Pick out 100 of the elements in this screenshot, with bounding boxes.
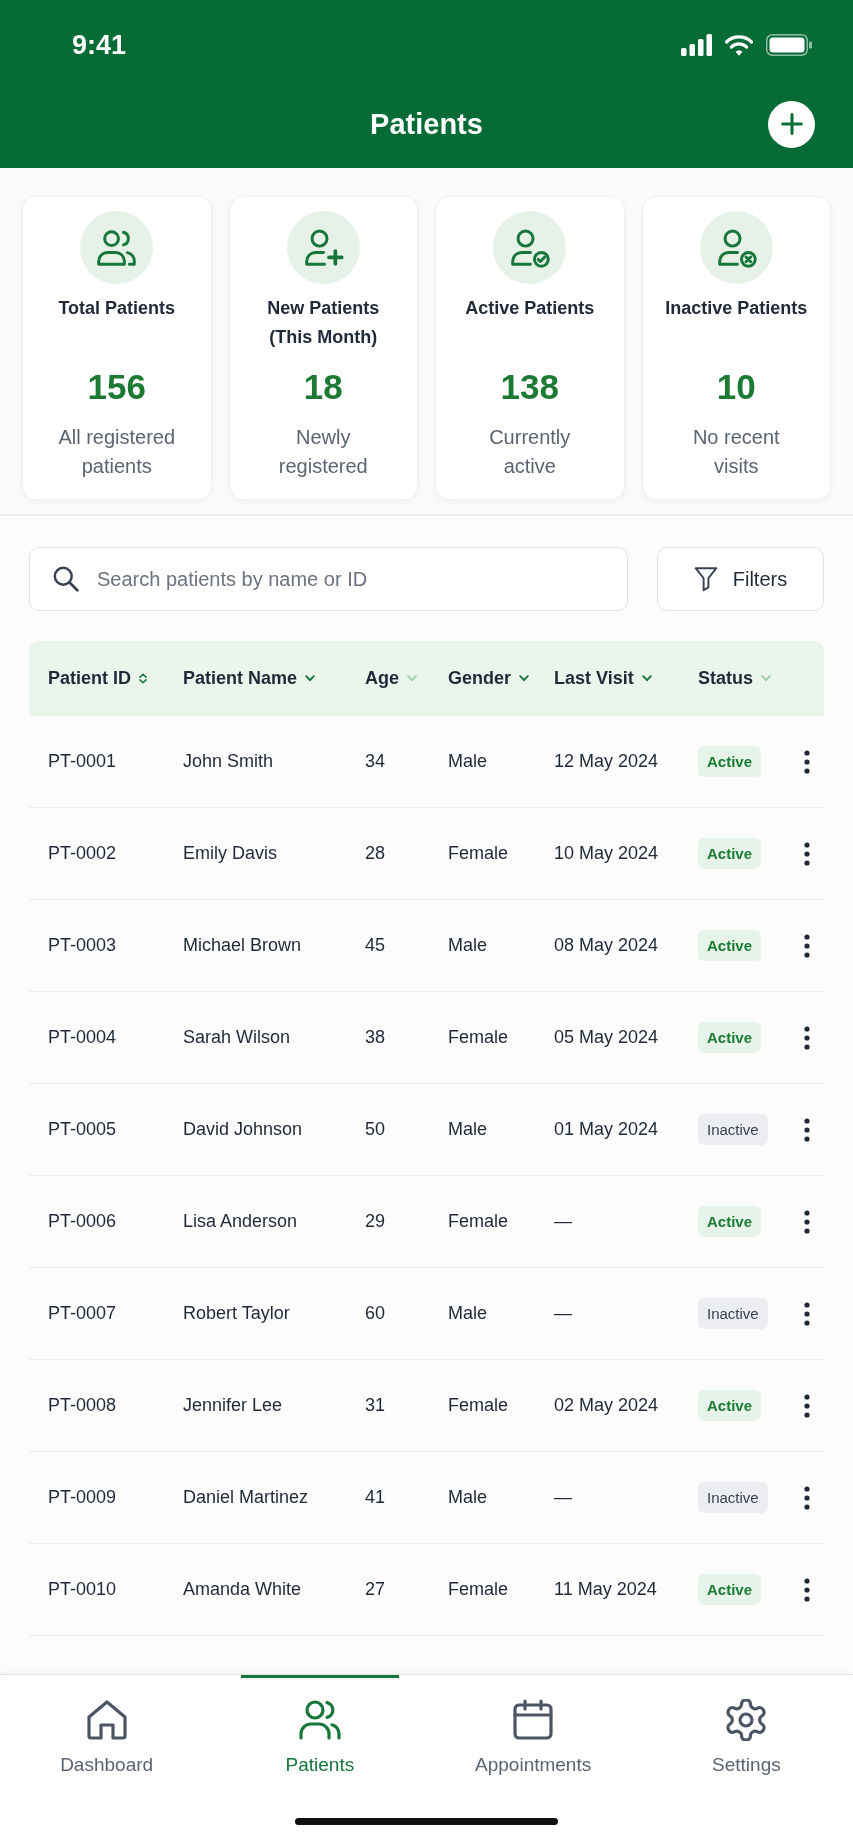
- nav-tab[interactable]: Dashboard: [27, 1675, 186, 1779]
- more-icon[interactable]: [804, 1209, 810, 1234]
- table-cell: PT-0009: [48, 1487, 117, 1508]
- table-cell: PT-0005: [48, 1119, 117, 1140]
- table-cell: 45: [365, 935, 386, 956]
- table-cell: PT-0010: [48, 1579, 117, 1600]
- signal-icon: [681, 34, 712, 56]
- table-cell: Male: [448, 751, 487, 772]
- users-icon: [80, 211, 154, 284]
- stat-title: New Patients (This Month): [266, 297, 381, 349]
- table-cell: Female: [448, 1579, 509, 1600]
- table-cell: Emily Davis: [183, 843, 277, 864]
- battery-icon: [766, 34, 812, 56]
- filters-button[interactable]: Filters: [657, 547, 824, 611]
- table-cell: Sarah Wilson: [183, 1027, 291, 1048]
- table-cell: PT-0004: [48, 1027, 117, 1048]
- more-icon[interactable]: [804, 1485, 810, 1510]
- add-button[interactable]: [768, 100, 815, 148]
- column-header[interactable]: Gender: [448, 668, 530, 689]
- more-icon[interactable]: [804, 1301, 810, 1326]
- table-cell: PT-0007: [48, 1303, 117, 1324]
- nav-tab[interactable]: Patients: [240, 1675, 399, 1779]
- table-cell: 05 May 2024: [554, 1027, 659, 1048]
- nav-tab[interactable]: Appointments: [454, 1675, 613, 1779]
- table-cell: —: [554, 1211, 572, 1232]
- user-check-icon: [493, 211, 567, 284]
- table-cell: PT-0003: [48, 935, 117, 956]
- page-title: Patients: [370, 107, 483, 142]
- status-badge: Active: [698, 1574, 762, 1605]
- settings-icon: [725, 1699, 768, 1741]
- table-cell: Male: [448, 1119, 487, 1140]
- search-field[interactable]: Search patients by name or ID: [29, 547, 628, 611]
- table-cell: 31: [365, 1395, 386, 1416]
- table-cell: Male: [448, 1303, 487, 1324]
- table-cell: Female: [448, 1027, 509, 1048]
- stat-caption: Newly registered: [277, 425, 369, 479]
- table-cell: PT-0008: [48, 1395, 117, 1416]
- wifi-icon: [725, 34, 753, 56]
- more-icon[interactable]: [804, 1025, 810, 1050]
- table-cell: David Johnson: [183, 1119, 303, 1140]
- table-cell: 28: [365, 843, 386, 864]
- table-cell: Female: [448, 843, 509, 864]
- table-cell: 08 May 2024: [554, 935, 659, 956]
- user-plus-icon: [286, 211, 360, 284]
- table-cell: Female: [448, 1211, 509, 1232]
- table-cell: 29: [365, 1211, 386, 1232]
- status-badge: Active: [698, 1390, 762, 1421]
- table-cell: 11 May 2024: [554, 1579, 657, 1600]
- table-cell: PT-0002: [48, 843, 117, 864]
- status-badge: Active: [698, 930, 762, 961]
- stat-value: 138: [500, 366, 559, 408]
- table-cell: Male: [448, 1487, 487, 1508]
- column-header[interactable]: Age: [365, 668, 417, 689]
- table-cell: 02 May 2024: [554, 1395, 659, 1416]
- stat-title: Inactive Patients: [665, 297, 808, 320]
- stat-title: Total Patients: [58, 297, 176, 320]
- table-cell: 41: [365, 1487, 386, 1508]
- table-cell: Female: [448, 1395, 509, 1416]
- status-badge: Active: [698, 746, 762, 777]
- table-cell: John Smith: [183, 751, 274, 772]
- table-cell: 50: [365, 1119, 386, 1140]
- status-badge: Active: [698, 838, 762, 869]
- column-header[interactable]: Patient Name: [183, 668, 316, 689]
- stat-caption: All registered patients: [57, 425, 177, 479]
- table-cell: 12 May 2024: [554, 751, 659, 772]
- more-icon[interactable]: [804, 749, 810, 774]
- table-cell: —: [554, 1303, 572, 1324]
- nav-tab[interactable]: Settings: [667, 1675, 826, 1779]
- more-icon[interactable]: [804, 933, 810, 958]
- table-cell: Michael Brown: [183, 935, 302, 956]
- status-badge: Inactive: [698, 1482, 768, 1513]
- status-time: 9:41: [72, 29, 127, 61]
- table-cell: Jennifer Lee: [183, 1395, 283, 1416]
- table-cell: PT-0001: [48, 751, 117, 772]
- status-badge: Active: [698, 1022, 762, 1053]
- table-cell: Male: [448, 935, 487, 956]
- table-cell: Daniel Martinez: [183, 1487, 309, 1508]
- stat-value: 156: [87, 366, 146, 408]
- table-cell: Amanda White: [183, 1579, 302, 1600]
- stat-caption: No recent visits: [691, 425, 781, 479]
- column-header[interactable]: Patient ID: [48, 668, 147, 689]
- users-icon: [298, 1699, 341, 1741]
- more-icon[interactable]: [804, 841, 810, 866]
- table-cell: Robert Taylor: [183, 1303, 290, 1324]
- column-header[interactable]: Last Visit: [554, 668, 652, 689]
- stat-title: Active Patients: [465, 297, 595, 320]
- table-cell: 60: [365, 1303, 386, 1324]
- table-cell: —: [554, 1487, 572, 1508]
- more-icon[interactable]: [804, 1577, 810, 1602]
- status-badge: Active: [698, 1206, 762, 1237]
- stat-caption: Currently active: [488, 425, 572, 479]
- status-badge: Inactive: [698, 1298, 768, 1329]
- calendar-icon: [512, 1699, 555, 1741]
- stat-value: 10: [716, 366, 756, 408]
- table-cell: 10 May 2024: [554, 843, 659, 864]
- table-cell: PT-0006: [48, 1211, 117, 1232]
- more-icon[interactable]: [804, 1393, 810, 1418]
- more-icon[interactable]: [804, 1117, 810, 1142]
- column-header[interactable]: Status: [698, 668, 771, 689]
- stat-value: 18: [303, 366, 343, 408]
